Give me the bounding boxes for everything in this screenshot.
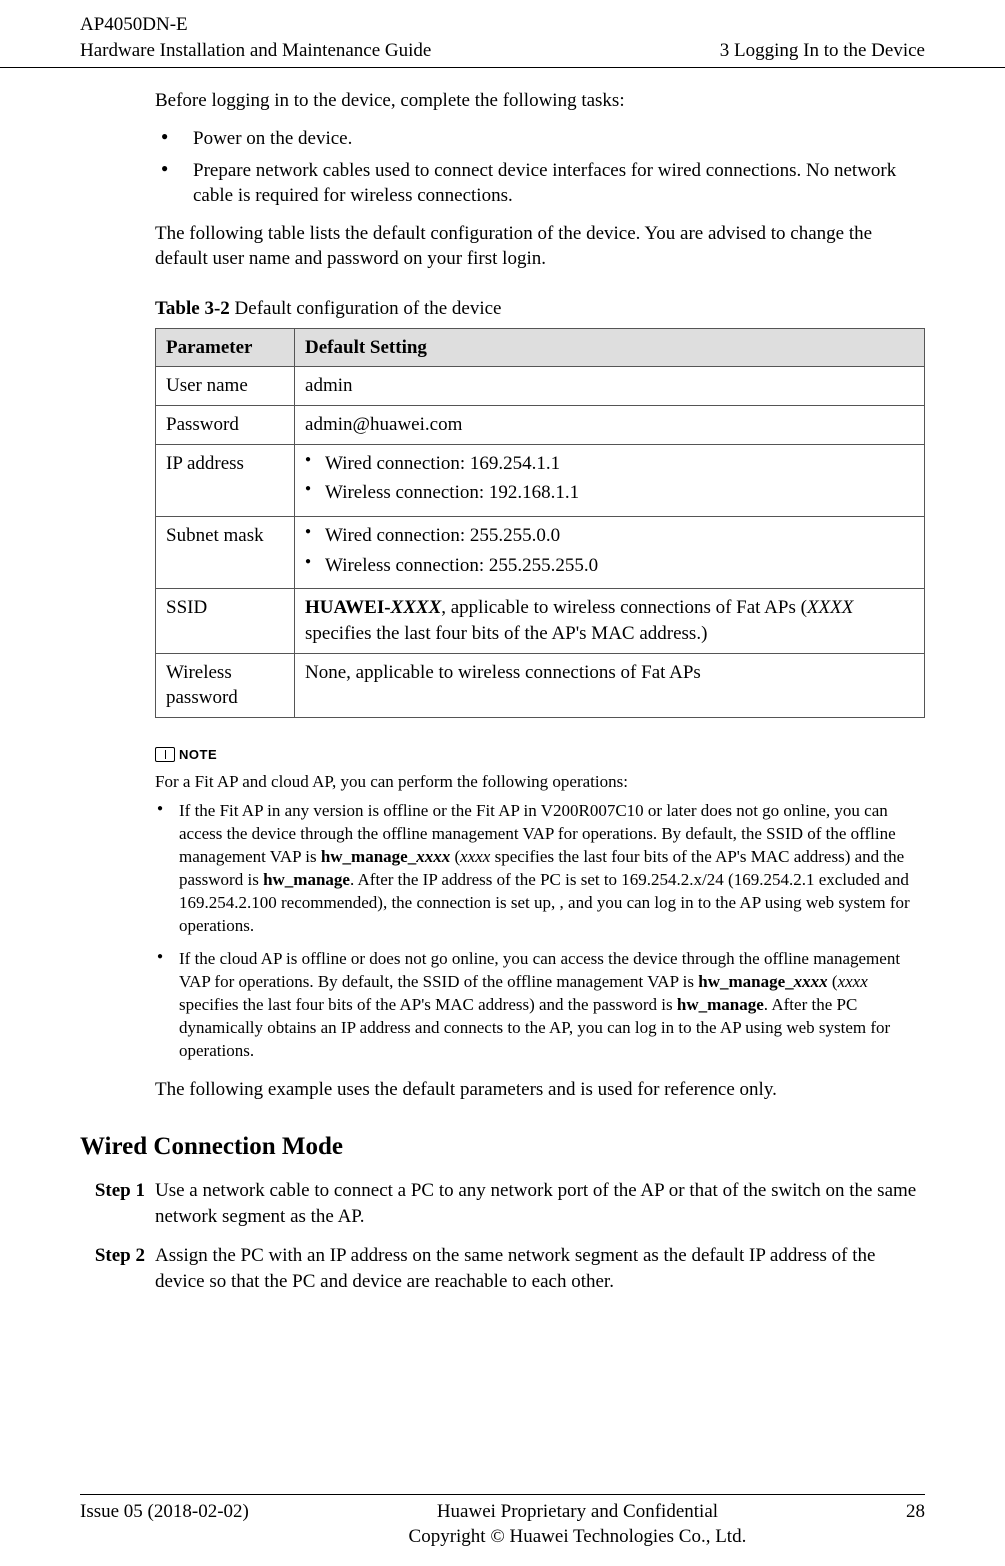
- subnet-list: Wired connection: 255.255.0.0 Wireless c…: [305, 523, 914, 578]
- table-caption: Table 3-2 Default configuration of the d…: [155, 296, 925, 322]
- step-body: Use a network cable to connect a PC to a…: [155, 1178, 925, 1229]
- note-list: If the Fit AP in any version is offline …: [155, 800, 925, 1062]
- example-note: The following example uses the default p…: [155, 1077, 925, 1103]
- intro-lead: Before logging in to the device, complet…: [155, 88, 925, 114]
- value-cell: Wired connection: 169.254.1.1 Wireless c…: [295, 444, 925, 516]
- note-text-frag: specifies the last four bits of the AP's…: [179, 995, 677, 1014]
- step-label: Step 1: [85, 1178, 155, 1229]
- product-name: AP4050DN-E: [80, 12, 431, 38]
- table-row: User name admin: [156, 367, 925, 406]
- page-content: Before logging in to the device, complet…: [0, 68, 1005, 1294]
- table-row: Wireless password None, applicable to wi…: [156, 653, 925, 717]
- col-parameter: Parameter: [156, 328, 295, 367]
- note-italic-frag: xxxx: [838, 972, 868, 991]
- note-header: NOTE: [155, 746, 925, 764]
- ssid-italic: XXXX: [807, 597, 853, 618]
- subnet-wired: Wired connection: 255.255.0.0: [305, 523, 914, 549]
- intro-bullet: Power on the device.: [155, 126, 925, 152]
- step-label: Step 2: [85, 1243, 155, 1294]
- table-row: SSID HUAWEI-XXXX, applicable to wireless…: [156, 589, 925, 653]
- step-row: Step 2 Assign the PC with an IP address …: [85, 1243, 925, 1294]
- param-cell: User name: [156, 367, 295, 406]
- note-item: If the Fit AP in any version is offline …: [155, 800, 925, 938]
- ssid-bold: HUAWEI-: [305, 597, 391, 618]
- table-header-row: Parameter Default Setting: [156, 328, 925, 367]
- book-icon: [155, 747, 175, 762]
- value-cell: Wired connection: 255.255.0.0 Wireless c…: [295, 516, 925, 588]
- ip-wireless: Wireless connection: 192.168.1.1: [305, 480, 914, 506]
- value-cell: admin@huawei.com: [295, 406, 925, 445]
- ssid-bolditalic: XXXX: [391, 597, 442, 618]
- table-caption-prefix: Table 3-2: [155, 298, 230, 319]
- header-left: AP4050DN-E Hardware Installation and Mai…: [80, 12, 431, 63]
- table-row: IP address Wired connection: 169.254.1.1…: [156, 444, 925, 516]
- note-bold-frag: hw_manage_: [698, 972, 793, 991]
- note-item: If the cloud AP is offline or does not g…: [155, 948, 925, 1063]
- note-bolditalic-frag: xxxx: [794, 972, 828, 991]
- note-text-frag: (: [828, 972, 838, 991]
- footer-line2: Copyright © Huawei Technologies Co., Ltd…: [409, 1524, 747, 1550]
- default-config-table: Parameter Default Setting User name admi…: [155, 328, 925, 718]
- ip-list: Wired connection: 169.254.1.1 Wireless c…: [305, 451, 914, 506]
- param-cell: Subnet mask: [156, 516, 295, 588]
- page-footer: Issue 05 (2018-02-02) Huawei Proprietary…: [80, 1494, 925, 1550]
- note-bold-frag: hw_manage_: [321, 847, 416, 866]
- note-bold-frag: hw_manage: [263, 870, 350, 889]
- note-text-frag: (: [450, 847, 460, 866]
- ssid-rest1: , applicable to wireless connections of …: [441, 597, 807, 618]
- ip-wired: Wired connection: 169.254.1.1: [305, 451, 914, 477]
- note-block: NOTE For a Fit AP and cloud AP, you can …: [155, 746, 925, 1063]
- table-lead: The following table lists the default co…: [155, 221, 925, 272]
- table-caption-text: Default configuration of the device: [230, 298, 502, 319]
- value-cell: HUAWEI-XXXX, applicable to wireless conn…: [295, 589, 925, 653]
- table-row: Password admin@huawei.com: [156, 406, 925, 445]
- intro-bullet: Prepare network cables used to connect d…: [155, 158, 925, 209]
- wired-steps: Step 1 Use a network cable to connect a …: [155, 1178, 925, 1295]
- step-body: Assign the PC with an IP address on the …: [155, 1243, 925, 1294]
- subnet-wireless: Wireless connection: 255.255.255.0: [305, 553, 914, 579]
- param-cell: Wireless password: [156, 653, 295, 717]
- col-default-setting: Default Setting: [295, 328, 925, 367]
- footer-page: 28: [906, 1499, 925, 1525]
- intro-bullets: Power on the device. Prepare network cab…: [155, 126, 925, 209]
- note-italic-frag: xxxx: [460, 847, 490, 866]
- doc-title: Hardware Installation and Maintenance Gu…: [80, 38, 431, 64]
- chapter-title: 3 Logging In to the Device: [720, 38, 925, 64]
- page-header: AP4050DN-E Hardware Installation and Mai…: [0, 0, 1005, 68]
- step-row: Step 1 Use a network cable to connect a …: [85, 1178, 925, 1229]
- note-lead: For a Fit AP and cloud AP, you can perfo…: [155, 771, 925, 794]
- note-label: NOTE: [179, 746, 217, 764]
- footer-issue: Issue 05 (2018-02-02): [80, 1499, 249, 1525]
- note-bolditalic-frag: xxxx: [416, 847, 450, 866]
- param-cell: SSID: [156, 589, 295, 653]
- table-row: Subnet mask Wired connection: 255.255.0.…: [156, 516, 925, 588]
- note-bold-frag: hw_manage: [677, 995, 764, 1014]
- footer-center: Huawei Proprietary and Confidential Copy…: [409, 1499, 747, 1550]
- value-cell: None, applicable to wireless connections…: [295, 653, 925, 717]
- param-cell: Password: [156, 406, 295, 445]
- wired-heading: Wired Connection Mode: [80, 1130, 925, 1164]
- footer-line1: Huawei Proprietary and Confidential: [409, 1499, 747, 1525]
- value-cell: admin: [295, 367, 925, 406]
- ssid-rest2: specifies the last four bits of the AP's…: [305, 623, 707, 644]
- param-cell: IP address: [156, 444, 295, 516]
